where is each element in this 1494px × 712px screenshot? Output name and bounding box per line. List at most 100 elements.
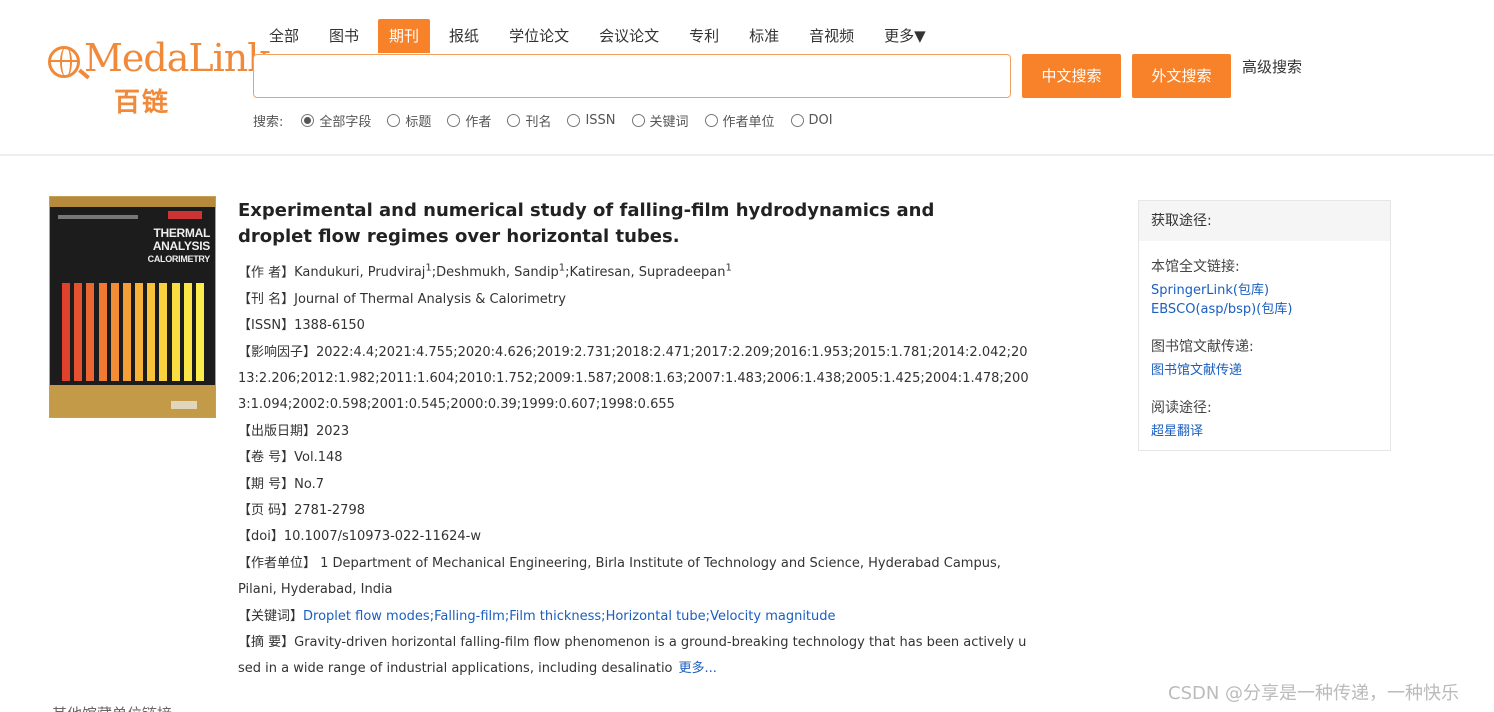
keywords-list: Droplet flow modes;Falling-film;Film thi… bbox=[303, 608, 836, 624]
keyword-link[interactable]: Falling-film bbox=[434, 609, 505, 624]
article-title[interactable]: Experimental and numerical study of fall… bbox=[238, 198, 978, 250]
search-field-option-label: 全部字段 bbox=[319, 114, 372, 130]
affiliation-label: 【作者单位】 bbox=[238, 555, 317, 571]
search-field-option-label: DOI bbox=[808, 112, 833, 128]
tab-8[interactable]: 音视频 bbox=[798, 19, 865, 53]
search-field-option-label: 关键词 bbox=[649, 114, 689, 130]
tab-5[interactable]: 会议论文 bbox=[588, 19, 670, 53]
search-field-label: 搜索: bbox=[253, 114, 284, 130]
advanced-search-link[interactable]: 高级搜索 bbox=[1242, 56, 1302, 77]
tab-3[interactable]: 报纸 bbox=[438, 19, 490, 53]
article-detail: Experimental and numerical study of fall… bbox=[238, 198, 1030, 683]
keywords-row: 【关键词】Droplet flow modes;Falling-film;Fil… bbox=[238, 604, 1030, 630]
journal-label: 【刊 名】 bbox=[238, 291, 295, 307]
journal-value: Journal of Thermal Analysis & Calorimetr… bbox=[294, 291, 566, 307]
cover-bar bbox=[86, 283, 95, 381]
date-row: 【出版日期】2023 bbox=[238, 419, 1030, 445]
search-field-option[interactable]: 标题 bbox=[387, 111, 431, 130]
cover-top-band bbox=[50, 197, 215, 207]
authors-row: 【作 者】Kandukuri, Prudviraj1;Deshmukh, San… bbox=[238, 256, 1030, 287]
radio-icon[interactable] bbox=[631, 113, 645, 127]
issue-label: 【期 号】 bbox=[238, 476, 295, 492]
ebsco-link[interactable]: EBSCO(asp/bsp)(包库) bbox=[1151, 300, 1378, 319]
author-name[interactable]: Katiresan, Supradeepan bbox=[569, 265, 725, 280]
tab-1[interactable]: 图书 bbox=[318, 19, 370, 53]
radio-icon[interactable] bbox=[704, 113, 718, 127]
search-field-option[interactable]: 关键词 bbox=[631, 111, 689, 130]
authors-list: Kandukuri, Prudviraj1;Deshmukh, Sandip1;… bbox=[294, 263, 732, 281]
cover-bar bbox=[147, 283, 156, 381]
search-field-option[interactable]: DOI bbox=[790, 112, 833, 128]
delivery-label: 图书馆文献传递: bbox=[1151, 339, 1254, 355]
abstract-label: 【摘 要】 bbox=[238, 635, 295, 651]
cover-bar bbox=[98, 283, 107, 381]
article-meta: 【作 者】Kandukuri, Prudviraj1;Deshmukh, San… bbox=[238, 256, 1030, 683]
search-field-options: 搜索: 全部字段 标题 作者 刊名 ISSN 关键词 作者单位 DOI bbox=[253, 111, 849, 130]
cover-bar bbox=[195, 283, 204, 381]
abstract-row: 【摘 要】Gravity-driven horizontal falling-f… bbox=[238, 630, 1030, 683]
issn-label: 【ISSN】 bbox=[238, 318, 295, 334]
issue-row: 【期 号】No.7 bbox=[238, 472, 1030, 498]
affiliation-value: 1 Department of Mechanical Engineering, … bbox=[238, 555, 1001, 598]
tab-0[interactable]: 全部 bbox=[258, 19, 310, 53]
search-field-option[interactable]: 刊名 bbox=[507, 111, 551, 130]
tab-4[interactable]: 学位论文 bbox=[498, 19, 580, 53]
search-field-option[interactable]: 作者单位 bbox=[704, 111, 775, 130]
medalink-logo[interactable]: MedaLink 百链 bbox=[48, 36, 270, 118]
radio-icon[interactable] bbox=[301, 113, 315, 127]
cover-bar bbox=[110, 283, 119, 381]
radio-icon[interactable] bbox=[507, 113, 521, 127]
cover-bar bbox=[74, 283, 83, 381]
cover-tag bbox=[168, 211, 202, 219]
cover-title-line: ANALYSIS bbox=[152, 239, 210, 253]
impact-factor-value: 2022:4.4;2021:4.755;2020:4.626;2019:2.73… bbox=[238, 344, 1029, 413]
search-field-option[interactable]: 作者 bbox=[447, 111, 491, 130]
tab-9[interactable]: 更多▼ bbox=[873, 19, 937, 53]
search-field-option[interactable]: ISSN bbox=[567, 113, 616, 128]
date-value: 2023 bbox=[316, 423, 350, 439]
doi-label: 【doi】 bbox=[238, 529, 284, 545]
search-field-option-label: 作者 bbox=[465, 114, 492, 130]
cover-bar bbox=[183, 283, 192, 381]
radio-icon[interactable] bbox=[447, 113, 461, 127]
search-field-option[interactable]: 全部字段 bbox=[301, 111, 371, 130]
doi-row: 【doi】10.1007/s10973-022-11624-w bbox=[238, 524, 1030, 550]
keyword-link[interactable]: Velocity magnitude bbox=[710, 609, 835, 624]
affiliation-row: 【作者单位】 1 Department of Mechanical Engine… bbox=[238, 551, 1030, 604]
cover-bar bbox=[122, 283, 131, 381]
author-name[interactable]: Deshmukh, Sandip bbox=[436, 265, 559, 280]
pages-value: 2781-2798 bbox=[294, 502, 365, 518]
author-name[interactable]: Kandukuri, Prudviraj bbox=[294, 265, 425, 280]
radio-icon[interactable] bbox=[387, 113, 401, 127]
keyword-link[interactable]: Film thickness bbox=[509, 609, 601, 624]
document-delivery-link[interactable]: 图书馆文献传递 bbox=[1151, 361, 1378, 380]
chinese-search-button[interactable]: 中文搜索 bbox=[1022, 54, 1121, 98]
issn-row: 【ISSN】1388-6150 bbox=[238, 313, 1030, 339]
tab-2[interactable]: 期刊 bbox=[378, 19, 431, 53]
springerlink-link[interactable]: SpringerLink(包库) bbox=[1151, 281, 1378, 300]
more-link[interactable]: 更多... bbox=[679, 661, 717, 676]
foreign-search-button[interactable]: 外文搜索 bbox=[1132, 54, 1231, 98]
volume-value: Vol.148 bbox=[294, 450, 343, 466]
impact-factor-row: 【影响因子】2022:4.4;2021:4.755;2020:4.626;201… bbox=[238, 340, 1030, 419]
chaoxing-translate-link[interactable]: 超星翻译 bbox=[1151, 422, 1378, 441]
search-field-option-label: 作者单位 bbox=[722, 114, 775, 130]
doi-value: 10.1007/s10973-022-11624-w bbox=[283, 529, 481, 545]
journal-cover-image[interactable]: THERMAL ANALYSIS CALORIMETRY bbox=[49, 196, 216, 418]
cover-bar bbox=[135, 283, 144, 381]
search-input[interactable] bbox=[253, 54, 1011, 98]
csdn-watermark: CSDN @分享是一种传递，一种快乐 bbox=[1168, 683, 1460, 704]
keywords-label: 【关键词】 bbox=[238, 608, 304, 624]
access-panel-heading: 获取途径: bbox=[1139, 201, 1390, 241]
pages-row: 【页 码】2781-2798 bbox=[238, 498, 1030, 524]
keyword-link[interactable]: Droplet flow modes bbox=[303, 609, 430, 624]
keyword-link[interactable]: Horizontal tube bbox=[606, 609, 706, 624]
tab-7[interactable]: 标准 bbox=[738, 19, 790, 53]
tab-6[interactable]: 专利 bbox=[678, 19, 730, 53]
date-label: 【出版日期】 bbox=[238, 423, 317, 439]
volume-label: 【卷 号】 bbox=[238, 450, 295, 466]
radio-icon[interactable] bbox=[790, 113, 804, 127]
logo-cn-text: 百链 bbox=[114, 88, 171, 118]
radio-icon[interactable] bbox=[567, 113, 581, 127]
springer-logo bbox=[171, 401, 197, 409]
